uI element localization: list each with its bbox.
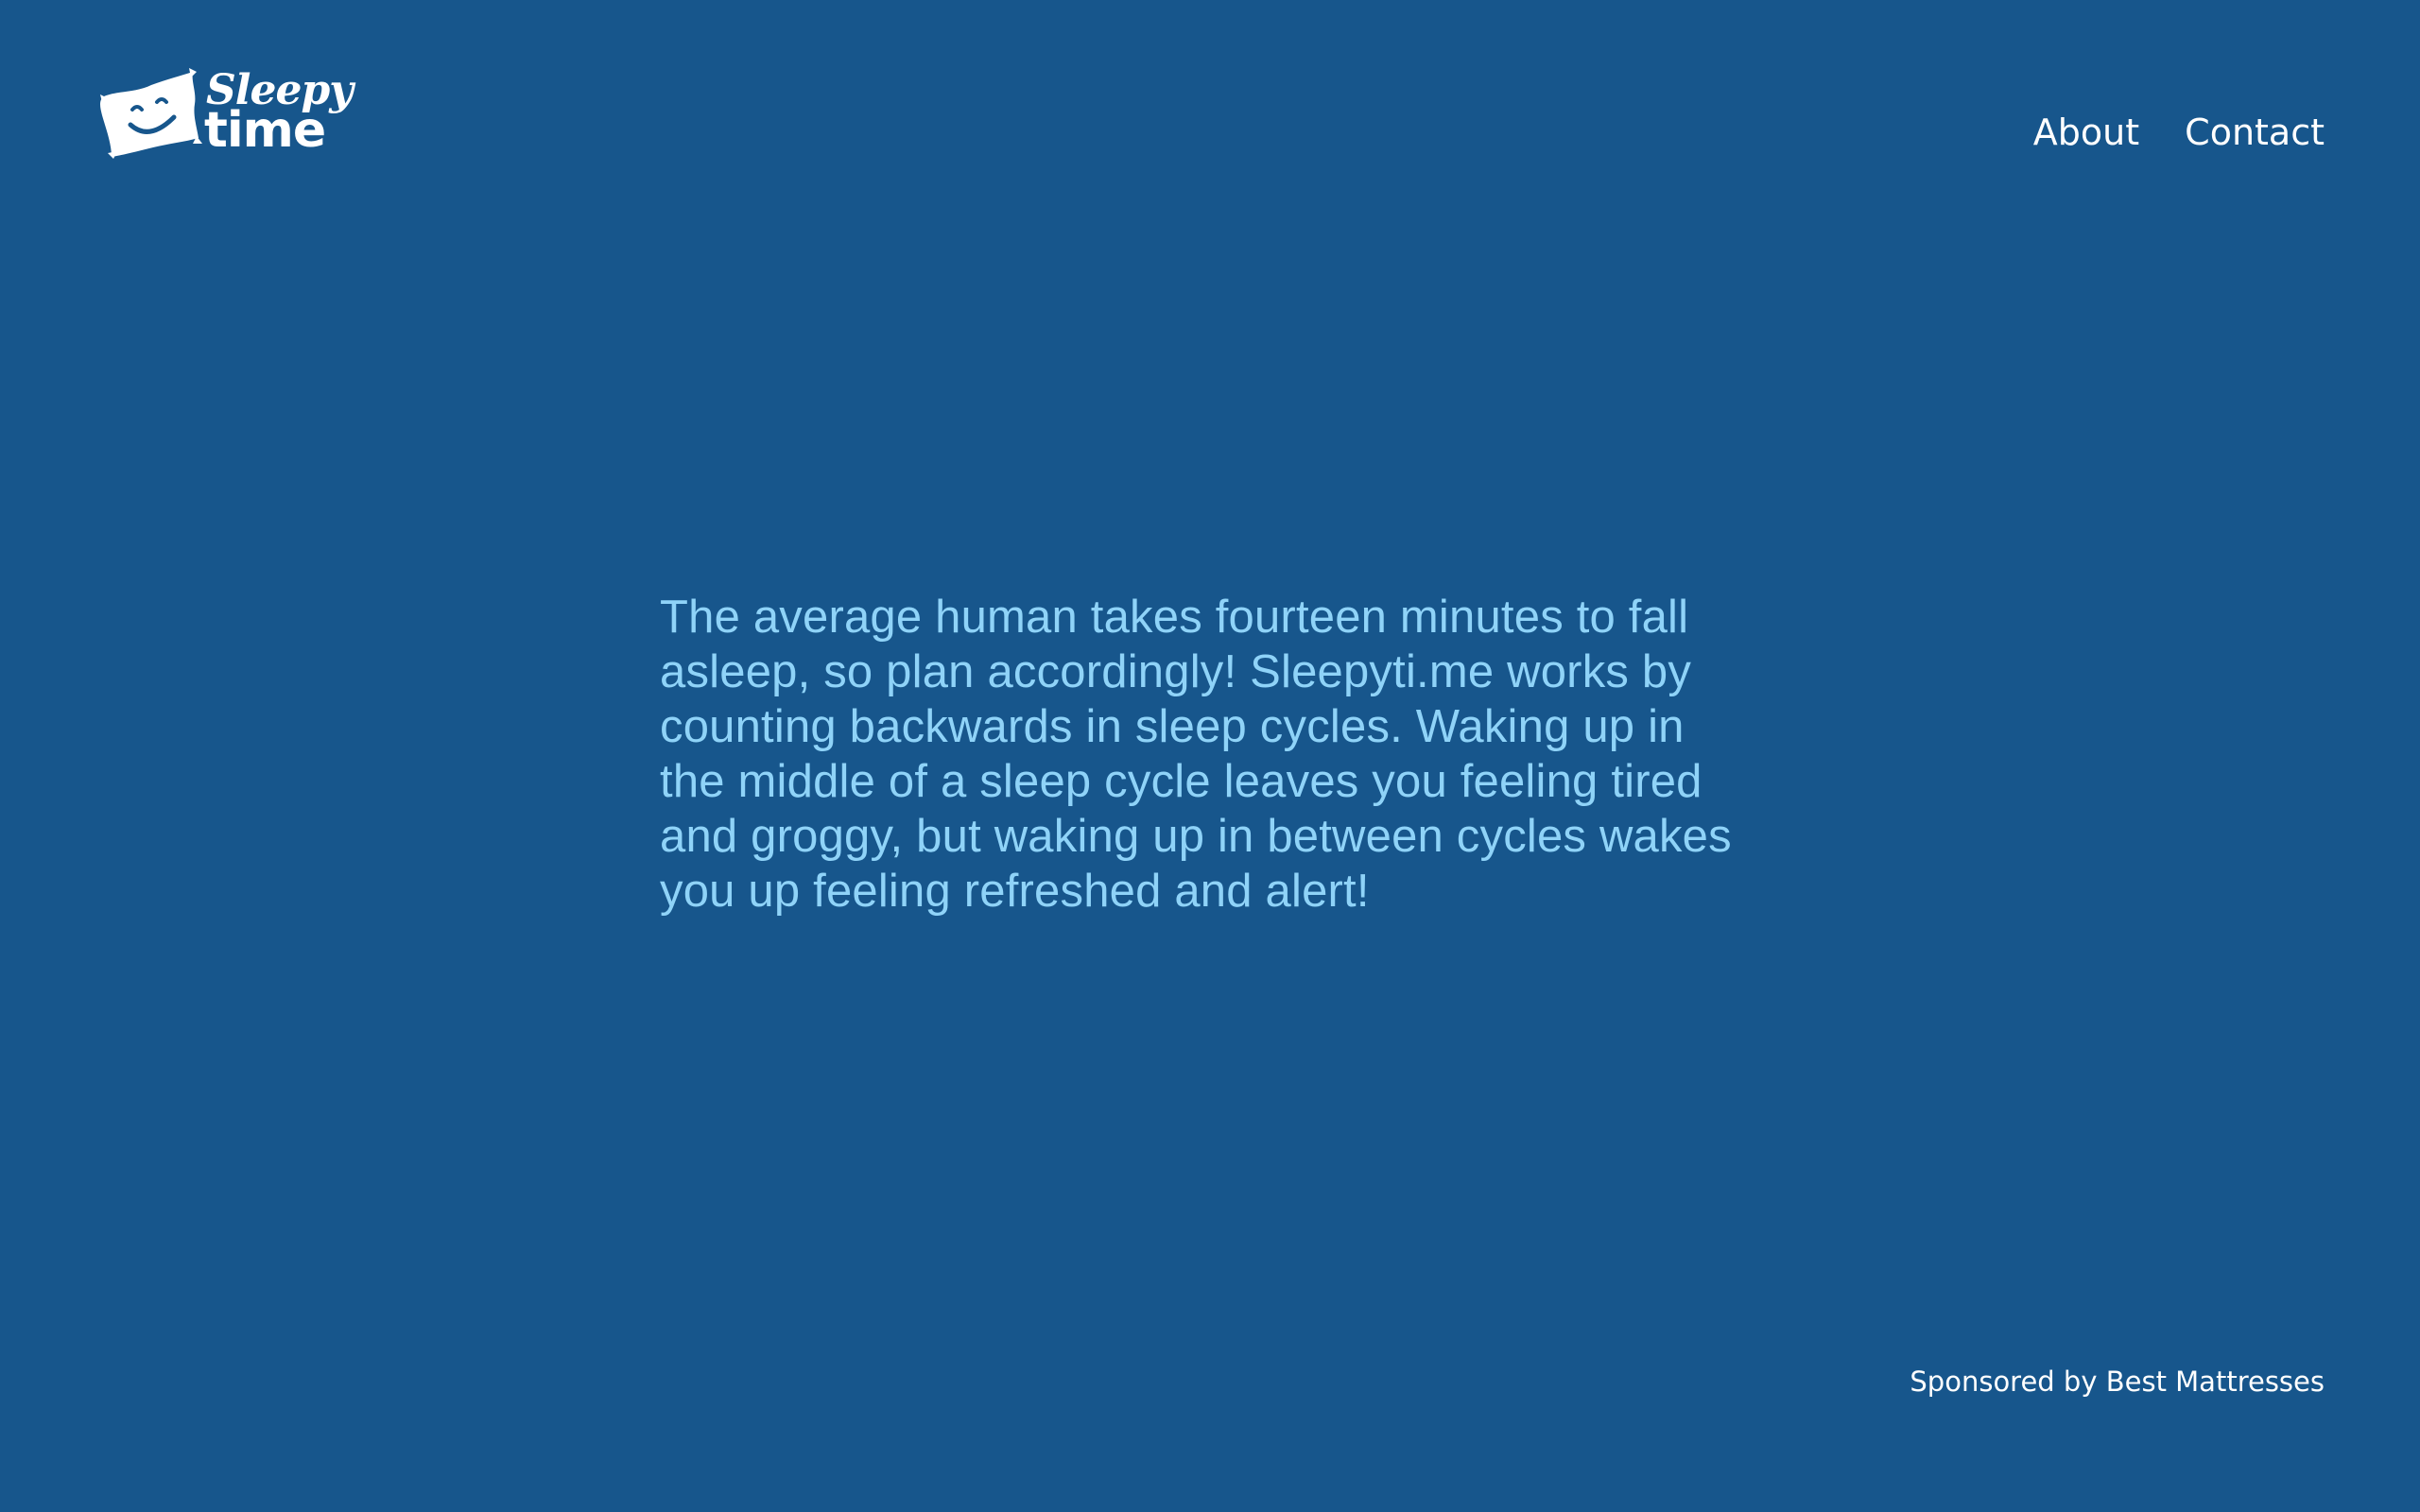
intro-paragraph: The average human takes fourteen minutes… <box>660 592 1732 917</box>
site-logo[interactable]: Sleepy time <box>98 66 354 159</box>
sponsor-link[interactable]: Sponsored by Best Mattresses <box>1910 1363 2325 1400</box>
smiling-pillow-icon <box>100 68 202 159</box>
logo-text-time: time <box>204 102 326 159</box>
nav-contact-link[interactable]: Contact <box>2185 106 2325 159</box>
nav-about-link[interactable]: About <box>2033 106 2139 159</box>
main-nav: About Contact <box>2033 106 2325 159</box>
page: Sleepy time About Contact The average hu… <box>0 0 2420 1512</box>
